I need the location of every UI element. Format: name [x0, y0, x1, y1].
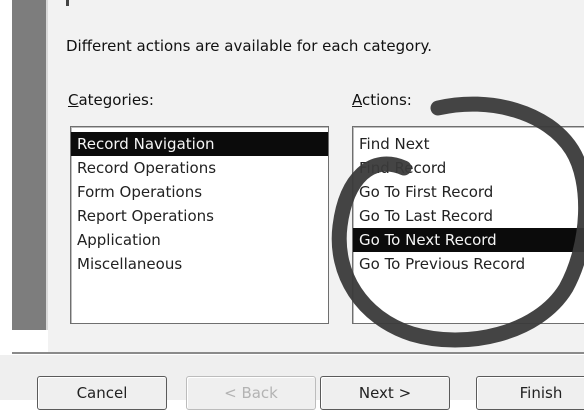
action-item-find-record[interactable]: Find Record [353, 156, 584, 180]
cancel-button[interactable]: Cancel [37, 376, 167, 410]
action-item-go-to-last-record[interactable]: Go To Last Record [353, 204, 584, 228]
categories-label: Categories: [68, 91, 154, 109]
wizard-side-graphic [12, 0, 46, 330]
category-item-form-operations[interactable]: Form Operations [71, 180, 328, 204]
category-item-report-operations[interactable]: Report Operations [71, 204, 328, 228]
action-item-go-to-first-record[interactable]: Go To First Record [353, 180, 584, 204]
actions-label: Actions: [352, 91, 412, 109]
action-item-go-to-previous-record[interactable]: Go To Previous Record [353, 252, 584, 276]
actions-listbox[interactable]: Find Next Find Record Go To First Record… [352, 126, 584, 324]
action-item-go-to-next-record[interactable]: Go To Next Record [353, 228, 584, 252]
category-item-miscellaneous[interactable]: Miscellaneous [71, 252, 328, 276]
instruction-text: Different actions are available for each… [66, 37, 433, 55]
back-button[interactable]: < Back [186, 376, 316, 410]
categories-label-accelerator: C [68, 91, 79, 109]
cropped-heading-mark [66, 0, 69, 6]
categories-listbox[interactable]: Record Navigation Record Operations Form… [70, 126, 329, 324]
actions-label-accelerator: A [352, 91, 362, 109]
category-item-record-navigation[interactable]: Record Navigation [71, 132, 328, 156]
actions-label-text: ctions: [362, 91, 412, 109]
side-graphic-separator [46, 0, 48, 330]
action-item-find-next[interactable]: Find Next [353, 132, 584, 156]
finish-button[interactable]: Finish [476, 376, 584, 410]
category-item-application[interactable]: Application [71, 228, 328, 252]
next-button[interactable]: Next > [320, 376, 450, 410]
categories-label-text: ategories: [78, 91, 154, 109]
category-item-record-operations[interactable]: Record Operations [71, 156, 328, 180]
